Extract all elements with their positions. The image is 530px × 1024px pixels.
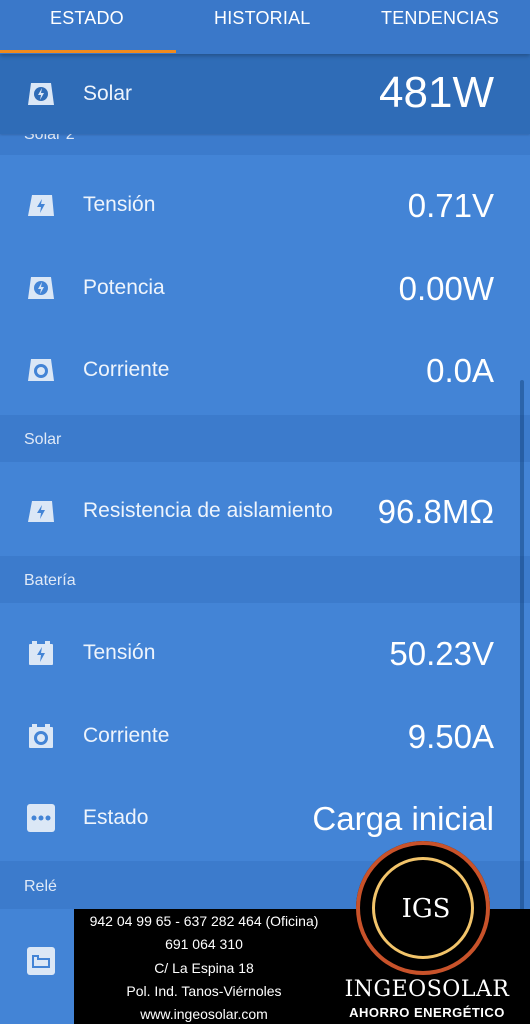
tab-historial[interactable]: HISTORIAL xyxy=(214,0,311,36)
ad-website-line: www.ingeosolar.com xyxy=(140,1006,268,1022)
row-value-potencia: 0.00W xyxy=(398,270,494,307)
active-tab-indicator xyxy=(0,50,176,53)
row-value-tension-solar-2: 0.71V xyxy=(407,187,494,224)
solar-summary-value: 481W xyxy=(379,68,494,117)
insulation-bolt-icon xyxy=(28,501,54,522)
tab-tendencias[interactable]: TENDENCIAS xyxy=(381,0,499,36)
ad-area-line: Pol. Ind. Tanos-Viérnoles xyxy=(126,983,282,999)
scrollbar[interactable] xyxy=(520,380,524,940)
ingeosolar-ad-banner: 942 04 99 65 - 637 282 464 (Oficina) 691… xyxy=(74,841,530,1024)
ad-street-line: C/ La Espina 18 xyxy=(154,960,254,976)
row-label-resistencia: Resistencia de aislamiento xyxy=(83,499,333,522)
row-value-resistencia: 96.8MΩ xyxy=(377,493,494,530)
power-bolt-icon xyxy=(28,277,54,299)
row-label-potencia: Potencia xyxy=(83,276,165,299)
more-dots-icon xyxy=(27,804,55,832)
ad-mobile-line: 691 064 310 xyxy=(165,936,243,952)
row-label-corriente-solar-2: Corriente xyxy=(83,358,170,381)
voltage-bolt-icon xyxy=(28,195,54,216)
row-label-tension-solar-2: Tensión xyxy=(83,193,156,216)
section-header-bateria: Batería xyxy=(0,556,530,603)
tab-estado[interactable]: ESTADO xyxy=(50,0,124,36)
row-label-tension-bateria: Tensión xyxy=(83,641,156,664)
row-value-tension-bateria: 50.23V xyxy=(389,635,494,672)
row-label-corriente-bateria: Corriente xyxy=(83,724,170,747)
row-value-corriente-bateria: 9.50A xyxy=(407,718,494,755)
solar-summary-label: Solar xyxy=(83,82,133,105)
logo-monogram: IGS xyxy=(401,894,451,924)
tab-bar: ESTADO HISTORIAL TENDENCIAS xyxy=(0,0,530,54)
row-value-corriente-solar-2: 0.0A xyxy=(426,352,494,389)
ad-brand-name: INGEOSOLAR xyxy=(344,977,510,1002)
ingeosolar-logo: IGS xyxy=(356,841,490,975)
solar-panel-bolt-icon xyxy=(28,83,54,105)
ad-phone-line: 942 04 99 65 - 637 282 464 (Oficina) xyxy=(89,913,319,929)
battery-bolt-icon xyxy=(29,641,53,665)
ad-tagline: AHORRO ENERGÉTICO xyxy=(349,1005,505,1020)
row-value-estado: Carga inicial xyxy=(312,800,494,837)
relay-icon xyxy=(27,947,55,975)
battery-dot-icon xyxy=(29,724,53,748)
current-dot-icon xyxy=(28,359,54,381)
solar-summary-row[interactable]: Solar 481W xyxy=(0,54,530,134)
row-label-estado: Estado xyxy=(83,806,149,829)
section-header-solar: Solar xyxy=(0,415,530,462)
